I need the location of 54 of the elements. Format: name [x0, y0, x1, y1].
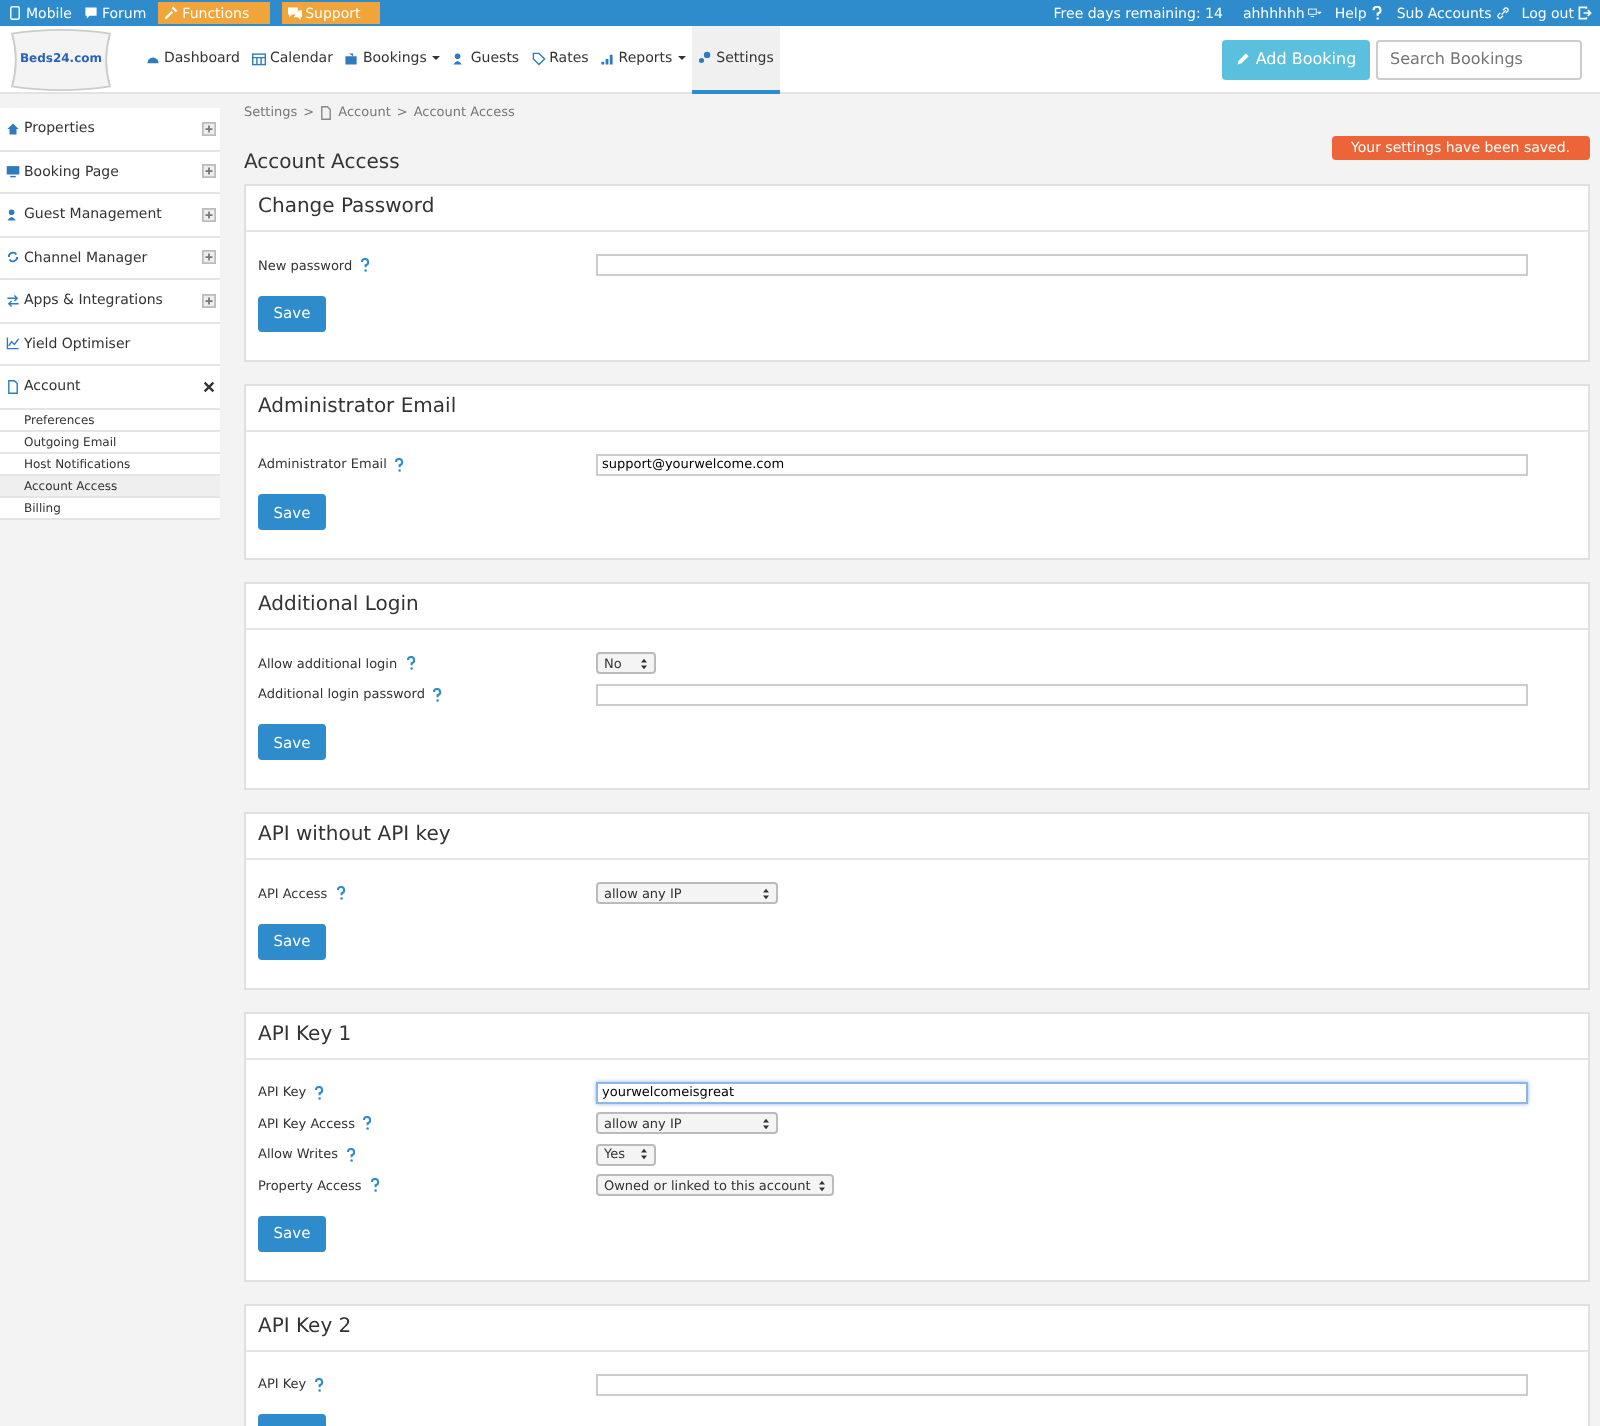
help-icon[interactable]: [345, 1147, 356, 1162]
text-field[interactable]: [596, 1373, 1528, 1396]
line-chart-icon: [6, 336, 20, 351]
panel-title: API without API key: [246, 814, 1588, 860]
pencil-icon: [1235, 52, 1250, 66]
expand-icon[interactable]: [202, 121, 216, 136]
caret-icon: [678, 56, 687, 60]
updown-icon: [818, 1179, 827, 1192]
expand-icon[interactable]: [202, 164, 216, 179]
updown-icon: [640, 1148, 648, 1161]
help-icon[interactable]: [314, 1085, 325, 1100]
panel-title: Additional Login: [246, 584, 1588, 630]
close-icon[interactable]: [202, 379, 216, 394]
chat-icon: [83, 6, 98, 20]
monitor-icon: [1308, 6, 1323, 20]
arrows-icon: [6, 293, 20, 308]
updown-icon: [762, 887, 770, 900]
search-field[interactable]: Search Bookings: [1376, 39, 1582, 79]
panel-title: Administrator Email: [246, 385, 1588, 431]
panel-title: Change Password: [246, 186, 1588, 232]
wrench-icon: [164, 6, 179, 20]
people-icon: [6, 207, 20, 222]
home-icon: [6, 121, 20, 136]
help-icon[interactable]: [362, 1116, 373, 1131]
monitor-icon: [6, 164, 20, 179]
help-icon[interactable]: [314, 1377, 325, 1392]
page-title: Account Access: [244, 151, 400, 173]
question-icon: [1370, 6, 1385, 20]
help-icon[interactable]: [405, 656, 416, 671]
updown-icon: [762, 1117, 770, 1130]
phone-icon: [8, 6, 22, 20]
text-field[interactable]: [596, 254, 1528, 277]
help-icon[interactable]: [335, 886, 346, 901]
caret-icon: [432, 56, 441, 60]
panel-title: API Key 1: [246, 1013, 1588, 1059]
panel-title: API Key 2: [246, 1305, 1588, 1351]
link-icon: [1495, 6, 1510, 20]
text-field[interactable]: [596, 683, 1528, 706]
updown-icon: [640, 657, 648, 670]
help-icon[interactable]: [432, 687, 443, 702]
people-icon: [452, 51, 467, 65]
help-icon[interactable]: [360, 258, 371, 273]
calendar-icon: [251, 51, 266, 65]
document-icon: [320, 105, 333, 119]
expand-icon[interactable]: [202, 293, 216, 308]
tags-icon: [531, 51, 546, 65]
document-icon: [6, 379, 20, 394]
help-icon[interactable]: [394, 457, 405, 472]
chat-icon: [287, 6, 302, 20]
expand-icon[interactable]: [202, 250, 216, 265]
sync-icon: [6, 250, 20, 265]
expand-icon[interactable]: [202, 207, 216, 222]
logout-icon: [1578, 6, 1592, 20]
help-icon[interactable]: [369, 1178, 380, 1193]
